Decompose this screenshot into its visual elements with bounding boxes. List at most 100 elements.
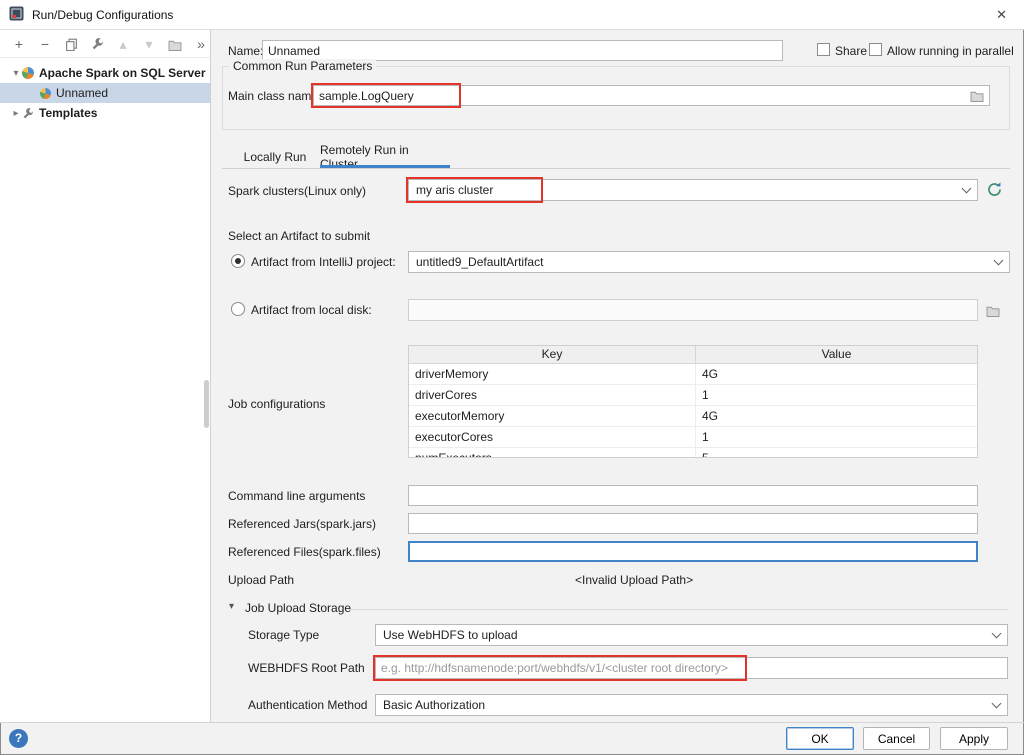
referenced-files-label: Referenced Files(spark.files): [228, 545, 381, 559]
webhdfs-root-path-input[interactable]: [375, 657, 1008, 679]
artifact-from-project-radio[interactable]: [231, 254, 245, 268]
main-class-label: Main class name: [228, 89, 318, 103]
authentication-method-select[interactable]: Basic Authorization: [375, 694, 1008, 716]
apply-button[interactable]: Apply: [940, 727, 1008, 750]
job-configurations-table: Key Value driverMemory 4G driverCores 1 …: [408, 345, 978, 458]
section-divider: [350, 609, 1008, 610]
table-row[interactable]: driverCores 1: [409, 385, 977, 406]
table-row[interactable]: executorMemory 4G: [409, 406, 977, 427]
chevron-down-icon: [992, 698, 1002, 708]
authentication-method-value: Basic Authorization: [383, 698, 987, 712]
sidebar-toolbar: + − ▴ ▾ »: [0, 30, 210, 58]
run-debug-configurations-dialog: Run/Debug Configurations ✕ + − ▴ ▾ » ▾ A…: [0, 0, 1024, 755]
share-checkbox[interactable]: [817, 43, 830, 56]
table-row[interactable]: numExecutors 5: [409, 448, 977, 458]
storage-type-label: Storage Type: [248, 628, 319, 642]
table-cell-value[interactable]: 5: [696, 448, 977, 458]
add-config-button[interactable]: +: [12, 37, 26, 51]
move-up-icon[interactable]: ▴: [116, 37, 130, 51]
command-line-arguments-label: Command line arguments: [228, 489, 365, 503]
table-cell-value[interactable]: 1: [696, 427, 977, 447]
more-actions-icon[interactable]: »: [194, 37, 208, 51]
table-header-value: Value: [696, 346, 977, 363]
storage-type-select[interactable]: Use WebHDFS to upload: [375, 624, 1008, 646]
tree-item-spark-on-sql-server[interactable]: ▾ Apache Spark on SQL Server: [0, 63, 210, 83]
templates-wrench-icon: [22, 106, 34, 120]
group-title: Common Run Parameters: [229, 59, 376, 73]
footer-separator: [0, 722, 1024, 723]
spark-clusters-select[interactable]: my aris cluster: [408, 179, 978, 201]
table-cell-key[interactable]: driverMemory: [409, 364, 696, 384]
table-cell-value[interactable]: 4G: [696, 364, 977, 384]
chevron-down-icon: [994, 255, 1004, 265]
job-configurations-label: Job configurations: [228, 397, 325, 411]
sidebar-scrollbar-thumb[interactable]: [204, 380, 209, 428]
configurations-sidebar: + − ▴ ▾ » ▾ Apache Spark on SQL Server U…: [0, 30, 211, 722]
help-button[interactable]: ?: [9, 729, 28, 748]
edit-defaults-wrench-icon[interactable]: [90, 36, 104, 51]
share-label: Share: [835, 44, 867, 58]
cancel-button[interactable]: Cancel: [863, 727, 930, 750]
browse-folder-icon[interactable]: [970, 89, 984, 103]
upload-path-label: Upload Path: [228, 573, 294, 587]
table-cell-value[interactable]: 4G: [696, 406, 977, 426]
spark-config-type-icon: [22, 67, 34, 79]
refresh-clusters-icon[interactable]: [986, 181, 1003, 198]
table-header-key: Key: [409, 346, 696, 363]
artifact-project-value: untitled9_DefaultArtifact: [416, 255, 989, 269]
chevron-down-icon[interactable]: ▾: [10, 68, 22, 79]
remove-config-button[interactable]: −: [38, 37, 52, 51]
tree-item-unnamed[interactable]: Unnamed: [0, 83, 210, 103]
table-header-row: Key Value: [409, 346, 977, 364]
authentication-method-label: Authentication Method: [248, 698, 367, 712]
copy-config-icon[interactable]: [64, 36, 78, 51]
table-cell-key[interactable]: executorMemory: [409, 406, 696, 426]
app-icon: [9, 6, 24, 24]
tree-item-label: Unnamed: [56, 86, 108, 100]
tree-item-label: Templates: [39, 106, 97, 120]
webhdfs-root-path-label: WEBHDFS Root Path: [248, 661, 365, 675]
browse-folder-icon[interactable]: [986, 303, 1000, 317]
main-class-field[interactable]: sample.LogQuery: [313, 85, 990, 106]
tabs-separator: [222, 168, 1010, 169]
chevron-right-icon[interactable]: ▸: [10, 108, 22, 119]
tree-item-label: Apache Spark on SQL Server: [39, 66, 206, 80]
move-into-folder-icon[interactable]: [168, 36, 182, 50]
artifact-disk-path-field[interactable]: [408, 299, 978, 321]
name-input[interactable]: [262, 40, 783, 61]
chevron-down-icon: [962, 183, 972, 193]
chevron-down-icon: [992, 628, 1002, 638]
table-cell-key[interactable]: executorCores: [409, 427, 696, 447]
tree-item-templates[interactable]: ▸ Templates: [0, 103, 210, 123]
ok-button[interactable]: OK: [786, 727, 854, 750]
spark-clusters-label: Spark clusters(Linux only): [228, 184, 366, 198]
tab-locally-run[interactable]: Locally Run: [238, 145, 312, 168]
table-cell-value[interactable]: 1: [696, 385, 977, 405]
command-line-arguments-input[interactable]: [408, 485, 978, 506]
referenced-jars-input[interactable]: [408, 513, 978, 534]
titlebar: Run/Debug Configurations ✕: [0, 0, 1024, 30]
artifact-from-project-label: Artifact from IntelliJ project:: [251, 255, 396, 269]
upload-path-value: <Invalid Upload Path>: [575, 573, 693, 587]
job-upload-storage-label[interactable]: Job Upload Storage: [245, 601, 351, 615]
artifact-from-disk-radio[interactable]: [231, 302, 245, 316]
allow-parallel-label: Allow running in parallel: [887, 44, 1014, 58]
table-row[interactable]: executorCores 1: [409, 427, 977, 448]
close-icon[interactable]: ✕: [988, 6, 1015, 24]
spark-clusters-value: my aris cluster: [416, 183, 957, 197]
table-row[interactable]: driverMemory 4G: [409, 364, 977, 385]
referenced-files-input[interactable]: [408, 541, 978, 562]
main-class-value: sample.LogQuery: [319, 89, 964, 103]
window-title: Run/Debug Configurations: [32, 8, 173, 22]
move-down-icon[interactable]: ▾: [142, 37, 156, 51]
storage-type-value: Use WebHDFS to upload: [383, 628, 987, 642]
allow-parallel-checkbox[interactable]: [869, 43, 882, 56]
referenced-jars-label: Referenced Jars(spark.jars): [228, 517, 376, 531]
table-cell-key[interactable]: numExecutors: [409, 448, 696, 458]
spark-config-icon: [40, 88, 51, 99]
collapse-triangle-icon[interactable]: ▾: [229, 601, 234, 612]
table-cell-key[interactable]: driverCores: [409, 385, 696, 405]
artifact-project-select[interactable]: untitled9_DefaultArtifact: [408, 251, 1010, 273]
name-label: Name:: [228, 44, 263, 58]
artifact-section-heading: Select an Artifact to submit: [228, 229, 370, 243]
